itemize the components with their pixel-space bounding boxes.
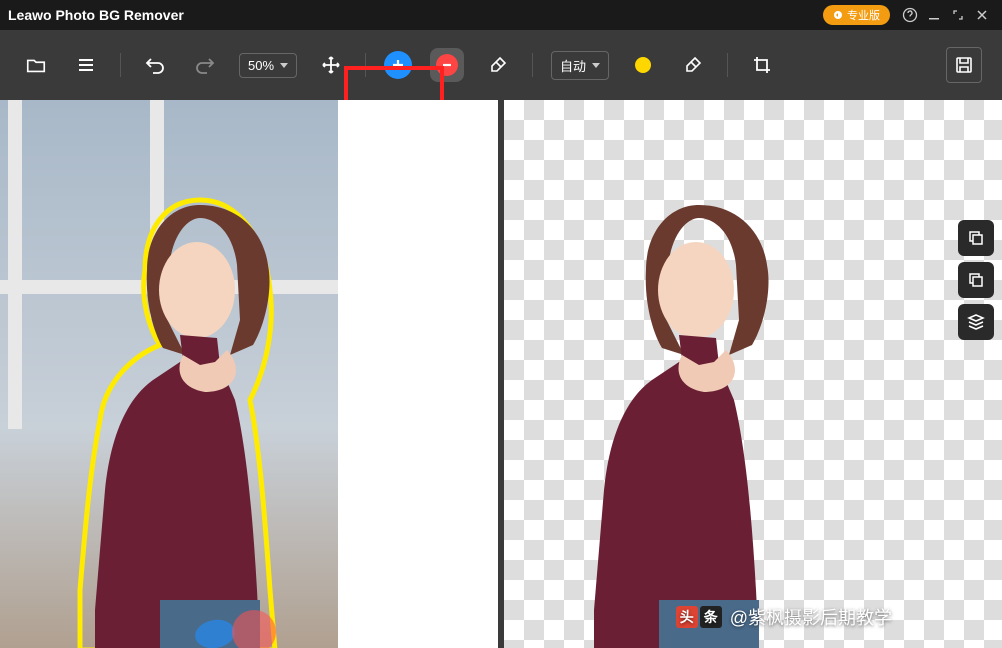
person-cutout — [564, 170, 834, 648]
layers-button[interactable] — [958, 304, 994, 340]
person-selection — [65, 170, 335, 648]
add-foreground-button[interactable] — [384, 51, 412, 79]
original-panel[interactable] — [0, 100, 498, 648]
watermark: 头 条 @紫枫摄影后期教学 — [676, 604, 892, 630]
zoom-select[interactable]: 50% — [239, 53, 297, 78]
save-button[interactable] — [946, 47, 982, 83]
eraser-tool[interactable] — [482, 49, 514, 81]
copy-layer-button[interactable] — [958, 220, 994, 256]
background-marker — [232, 610, 276, 648]
minimize-button[interactable] — [922, 3, 946, 27]
chevron-down-icon — [592, 63, 600, 68]
maximize-button[interactable] — [946, 3, 970, 27]
divider — [365, 53, 366, 77]
result-panel[interactable] — [504, 100, 1002, 648]
undo-button[interactable] — [139, 49, 171, 81]
divider — [532, 53, 533, 77]
divider — [727, 53, 728, 77]
duplicate-button[interactable] — [958, 262, 994, 298]
help-icon[interactable] — [898, 3, 922, 27]
brush-mode-select[interactable]: 自动 — [551, 51, 609, 80]
color-indicator[interactable] — [627, 49, 659, 81]
workspace: 头 条 @紫枫摄影后期教学 — [0, 100, 1002, 648]
remove-background-button[interactable] — [430, 48, 464, 82]
crop-tool[interactable] — [746, 49, 778, 81]
menu-button[interactable] — [70, 49, 102, 81]
chevron-down-icon — [280, 63, 288, 68]
close-button[interactable] — [970, 3, 994, 27]
open-file-button[interactable] — [20, 49, 52, 81]
redo-button[interactable] — [189, 49, 221, 81]
divider — [120, 53, 121, 77]
app-title: Leawo Photo BG Remover — [8, 7, 823, 23]
move-tool[interactable] — [315, 49, 347, 81]
eraser-tool-2[interactable] — [677, 49, 709, 81]
yellow-dot-icon — [635, 57, 651, 73]
pro-badge[interactable]: 专业版 — [823, 5, 890, 25]
